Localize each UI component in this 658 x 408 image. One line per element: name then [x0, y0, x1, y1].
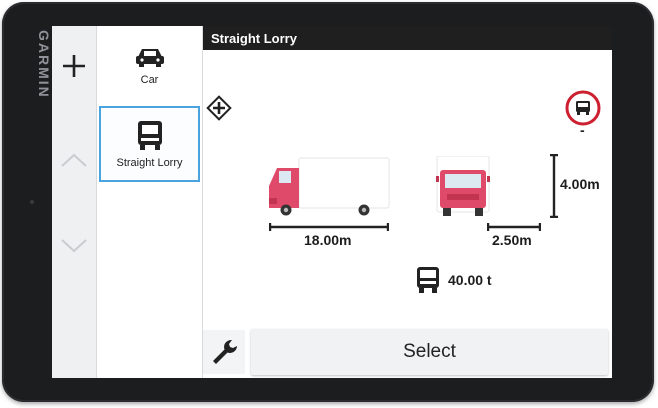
no-hazmat-sign-icon: [565, 90, 601, 126]
header-bar: Straight Lorry: [203, 26, 612, 50]
hazmat-add-button[interactable]: [203, 92, 235, 124]
select-button[interactable]: Select: [251, 329, 608, 375]
hazmat-value: -: [580, 122, 585, 138]
lorry-side-icon: [269, 157, 390, 216]
weight-lorry-icon: [417, 267, 439, 293]
add-profile-button[interactable]: [56, 48, 92, 84]
screen: Car Straight Lorry Straight Lorry - 18.0…: [52, 26, 612, 378]
hazmat-diamond-icon: [206, 95, 232, 121]
settings-button[interactable]: [203, 330, 245, 374]
profile-item-straight-lorry[interactable]: Straight Lorry: [99, 106, 200, 182]
wrench-icon: [213, 340, 237, 364]
length-dimension-line: [269, 223, 389, 231]
plus-icon: [63, 55, 85, 77]
hazmat-restriction-button[interactable]: [565, 90, 601, 126]
left-rail: [52, 26, 97, 378]
weight-value: 40.00 t: [448, 272, 492, 288]
lorry-front-icon: [436, 155, 490, 216]
vehicle-details: - 18.00m 2.50m 4.00m 40.00 t Select: [203, 50, 612, 378]
height-value: 4.00m: [560, 176, 600, 192]
chevron-down-icon: [61, 239, 87, 253]
width-dimension-line: [487, 223, 541, 231]
length-value: 18.00m: [304, 232, 352, 248]
chevron-up-icon: [61, 153, 87, 167]
profile-item-label: Car: [140, 74, 159, 86]
profile-item-car[interactable]: Car: [99, 28, 200, 104]
lorry-icon: [137, 121, 162, 150]
scroll-up-button[interactable]: [56, 142, 92, 178]
profile-item-label: Straight Lorry: [116, 157, 183, 169]
brand-logo: GARMIN: [36, 30, 52, 99]
page-title: Straight Lorry: [211, 31, 297, 46]
car-icon: [135, 49, 164, 67]
width-value: 2.50m: [492, 232, 532, 248]
weight-button[interactable]: 40.00 t: [415, 264, 515, 296]
navigation-device: GARMIN Car Straight Lorry Straight Lorry…: [2, 2, 654, 402]
lorry-dimensions-button[interactable]: [435, 155, 491, 218]
vehicle-profile-list: Car Straight Lorry: [97, 26, 203, 378]
height-dimension-line: [550, 154, 558, 218]
lorry-length-button[interactable]: [267, 156, 391, 216]
camera-dot: [30, 200, 34, 204]
scroll-down-button[interactable]: [56, 228, 92, 264]
